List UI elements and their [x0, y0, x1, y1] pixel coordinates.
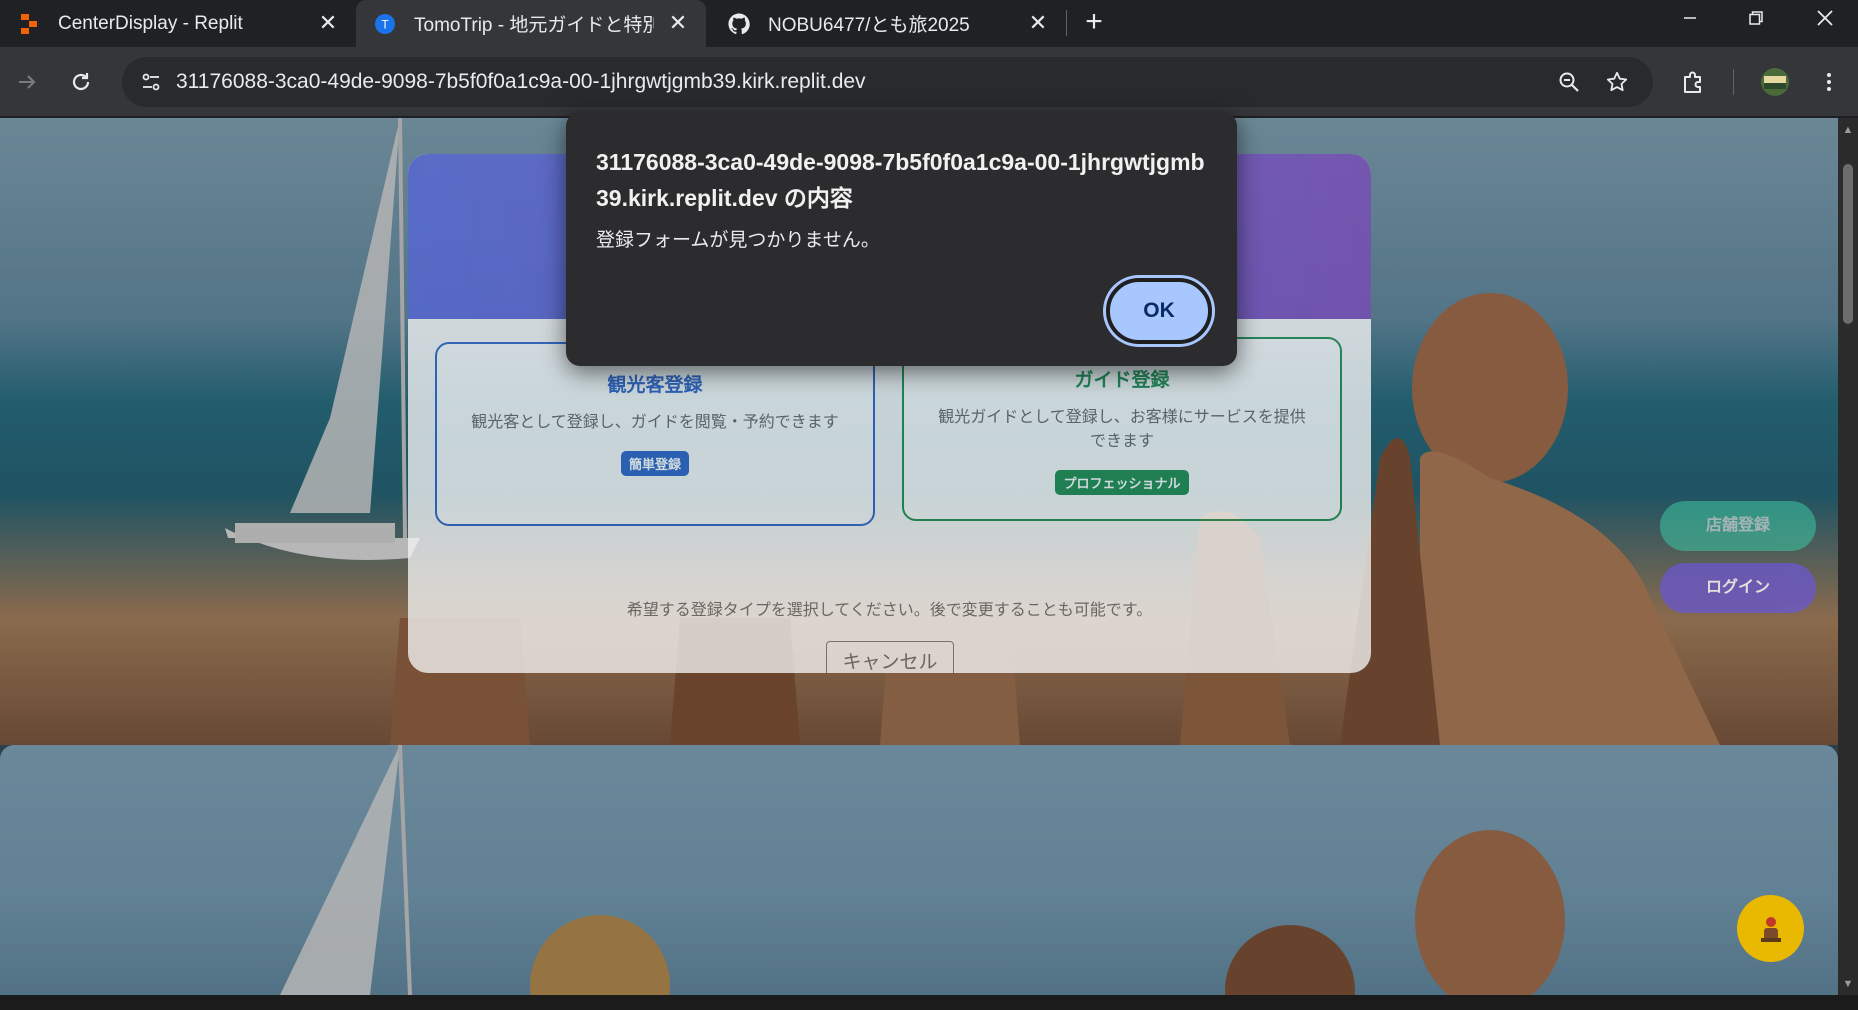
reload-button[interactable]: [62, 63, 100, 101]
replit-icon: [18, 13, 40, 35]
tourist-option-badge: 簡単登録: [620, 451, 689, 476]
tourist-option-title: 観光客登録: [607, 375, 703, 396]
tourist-option-description: 観光客として登録し、ガイドを閲覧・予約できます: [471, 414, 839, 431]
assistant-fab-button[interactable]: [1737, 895, 1804, 962]
login-button[interactable]: ログイン: [1660, 563, 1816, 613]
cancel-button[interactable]: キャンセル: [826, 641, 954, 673]
tab-strip: CenterDisplay - Replit ✕ T TomoTrip - 地元…: [0, 0, 1858, 47]
guide-character-icon: [1760, 916, 1781, 942]
browser-menu-button[interactable]: [1810, 63, 1848, 101]
toolbar-divider: [1733, 69, 1734, 95]
tab-centerdisplay[interactable]: CenterDisplay - Replit ✕: [0, 0, 356, 47]
tab-title: CenterDisplay - Replit: [58, 12, 243, 34]
tab-tomotrip[interactable]: T TomoTrip - 地元ガイドと特別な旅 ✕: [356, 0, 706, 47]
github-icon: [728, 12, 750, 35]
registration-hint: 希望する登録タイプを選択してください。後で変更することも可能です。: [626, 602, 1153, 619]
tab-title: NOBU6477/とも旅2025: [768, 15, 970, 36]
bookmark-star-icon[interactable]: [1599, 64, 1635, 100]
scrollbar-thumb[interactable]: [1843, 164, 1853, 324]
extensions-button[interactable]: [1675, 63, 1713, 101]
new-tab-button[interactable]: +: [1076, 5, 1112, 41]
arrow-right-icon: [19, 75, 36, 89]
more-vert-icon: [1827, 73, 1831, 91]
guide-option-description: 観光ガイドとして登録し、お客様にサービスを提供できます: [938, 409, 1306, 450]
alert-origin-title: 31176088-3ca0-49de-9098-7b5f0f0a1c9a-00-…: [596, 149, 1205, 211]
close-icon: [1817, 10, 1833, 26]
restore-button[interactable]: [1723, 0, 1789, 36]
profile-avatar[interactable]: [1756, 63, 1794, 101]
tomotrip-icon: T: [374, 13, 396, 35]
guide-option-badge: プロフェッショナル: [1055, 470, 1189, 495]
page-scrollbar[interactable]: ▲ ▼: [1838, 118, 1858, 995]
tab-title: TomoTrip - 地元ガイドと特別な旅: [414, 15, 654, 36]
tab-github[interactable]: NOBU6477/とも旅2025 ✕: [710, 0, 1066, 47]
tourist-registration-option[interactable]: 観光客登録 観光客として登録し、ガイドを閲覧・予約できます 簡単登録: [435, 342, 875, 526]
alert-ok-button[interactable]: OK: [1106, 278, 1212, 344]
window-bottom-edge: [0, 995, 1858, 1010]
alert-message: 登録フォームが見つかりません。: [596, 230, 880, 251]
forward-button[interactable]: [8, 63, 46, 101]
browser-alert-dialog: 31176088-3ca0-49de-9098-7b5f0f0a1c9a-00-…: [566, 112, 1237, 366]
avatar-icon: [1761, 68, 1789, 96]
tab-separator: [1066, 10, 1067, 36]
scroll-up-icon[interactable]: ▲: [1842, 124, 1854, 136]
url-text[interactable]: 31176088-3ca0-49de-9098-7b5f0f0a1c9a-00-…: [176, 70, 866, 94]
guide-option-title: ガイド登録: [1074, 370, 1170, 391]
browser-toolbar: 31176088-3ca0-49de-9098-7b5f0f0a1c9a-00-…: [0, 47, 1858, 117]
site-info-icon[interactable]: [132, 63, 170, 101]
scroll-down-icon[interactable]: ▼: [1842, 978, 1854, 990]
restore-icon: [1749, 11, 1763, 25]
minimize-icon: [1684, 17, 1696, 19]
minimize-button[interactable]: [1657, 0, 1723, 36]
reload-icon: [72, 73, 90, 91]
tomotrip-favicon-letter: T: [381, 17, 389, 31]
puzzle-icon: [1684, 71, 1701, 93]
close-tab-icon[interactable]: ✕: [316, 11, 340, 35]
close-tab-icon[interactable]: ✕: [1026, 11, 1050, 35]
address-bar[interactable]: 31176088-3ca0-49de-9098-7b5f0f0a1c9a-00-…: [122, 57, 1653, 107]
store-register-button[interactable]: 店舗登録: [1660, 501, 1816, 551]
close-tab-icon[interactable]: ✕: [666, 11, 690, 35]
close-window-button[interactable]: [1792, 0, 1858, 36]
zoom-icon[interactable]: [1551, 64, 1587, 100]
